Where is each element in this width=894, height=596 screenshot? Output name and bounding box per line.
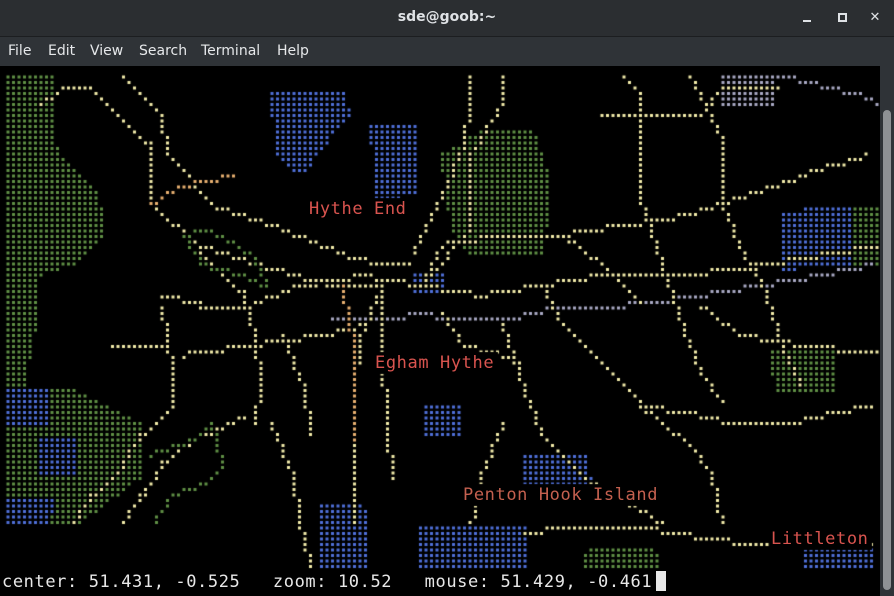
close-icon: ✕ (869, 10, 881, 25)
zoom-value: 10.52 (337, 572, 393, 592)
scrollbar-thumb[interactable] (883, 110, 891, 590)
zoom-label: zoom: (272, 572, 328, 592)
map-label-littleton: Littleton (771, 529, 869, 549)
menu-terminal[interactable]: Terminal (201, 43, 260, 59)
maximize-icon (837, 13, 847, 22)
close-button[interactable]: ✕ (864, 8, 886, 28)
terminal-scrollbar[interactable] (880, 66, 894, 596)
maximize-button[interactable] (831, 8, 853, 28)
menu-edit[interactable]: Edit (48, 43, 75, 59)
map-label-hythe-end: Hythe End (309, 199, 407, 219)
mouse-value: 51.429, -0.461 (500, 572, 653, 592)
status-line: center: 51.431, -0.525 zoom: 10.52 mouse… (2, 571, 667, 593)
menu-bar: File Edit View Search Terminal Help (0, 37, 894, 66)
terminal-view[interactable]: Hythe End Egham Hythe Penton Hook Island… (0, 66, 880, 596)
menu-help[interactable]: Help (277, 43, 309, 59)
menu-view[interactable]: View (90, 43, 123, 59)
menu-search[interactable]: Search (139, 43, 187, 59)
minimize-button[interactable] (796, 8, 818, 28)
center-label: center: (2, 572, 78, 592)
menu-file[interactable]: File (8, 43, 31, 59)
window-titlebar[interactable]: sde@goob:~ ✕ (0, 0, 894, 37)
map-label-penton-hook-island: Penton Hook Island (463, 485, 659, 505)
terminal-cursor (656, 571, 667, 591)
map-label-egham-hythe: Egham Hythe (375, 353, 495, 373)
center-value: 51.431, -0.525 (88, 572, 241, 592)
braille-map[interactable] (0, 66, 880, 570)
mouse-label: mouse: (424, 572, 490, 592)
minimize-icon (803, 19, 811, 22)
window-title: sde@goob:~ (397, 9, 497, 25)
